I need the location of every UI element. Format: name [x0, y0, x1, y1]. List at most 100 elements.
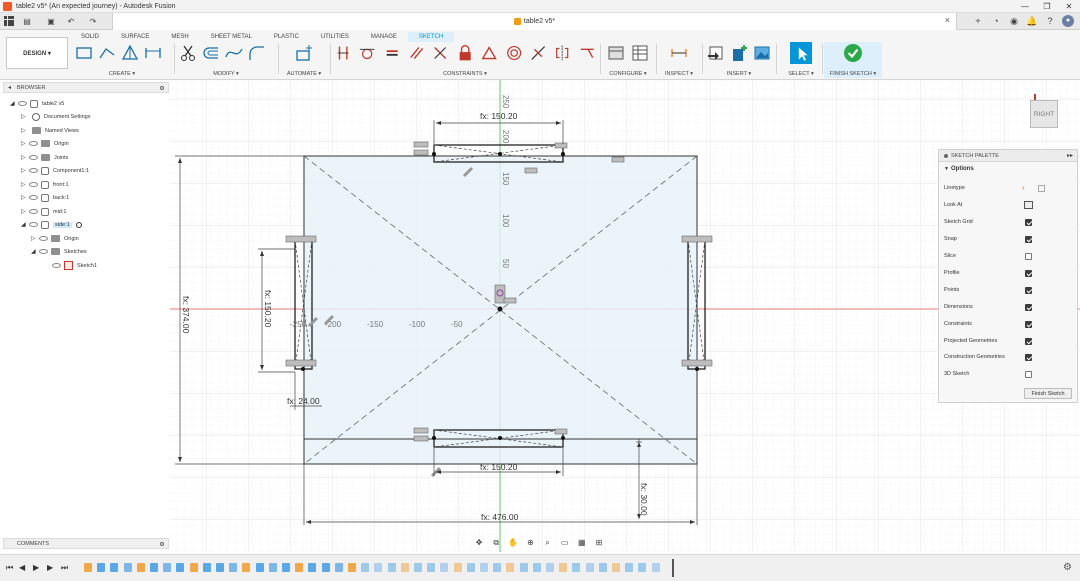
constraints-checkbox[interactable] — [1025, 321, 1032, 328]
viewcube[interactable]: RIGHT — [1030, 100, 1058, 128]
timeline-feature-icon[interactable] — [110, 563, 119, 572]
app-grid-icon[interactable] — [4, 16, 14, 26]
timeline-feature-icon[interactable] — [585, 563, 594, 572]
timeline-feature-icon[interactable] — [97, 563, 106, 572]
timeline-feature-icon[interactable] — [519, 563, 528, 572]
configure-table-icon[interactable] — [630, 43, 650, 63]
redo-icon[interactable]: ↷ — [86, 15, 100, 28]
tab-manage[interactable]: MANAGE — [360, 32, 408, 42]
timeline-feature-icon[interactable] — [216, 563, 224, 572]
look-icon[interactable]: ⧉ — [490, 537, 502, 548]
browser-header[interactable]: ◂ BROWSER — [3, 82, 169, 93]
maximize-button[interactable]: ❐ — [1036, 0, 1058, 13]
timeline-feature-icon[interactable] — [559, 563, 568, 572]
timeline-feature-icon[interactable] — [374, 563, 383, 572]
symmetry-icon[interactable] — [553, 43, 571, 63]
extensions-icon[interactable]: ◔ — [990, 15, 1002, 27]
eye-icon[interactable] — [29, 209, 38, 214]
points-checkbox[interactable] — [1025, 287, 1032, 294]
fit-icon[interactable]: ⌕ — [542, 537, 554, 548]
options-section[interactable]: ▼ Options — [939, 162, 1077, 177]
eye-icon[interactable] — [18, 101, 27, 106]
timeline-feature-icon[interactable] — [84, 563, 92, 572]
go-to-start-icon[interactable]: ⏮ — [6, 563, 13, 573]
timeline-feature-icon[interactable] — [282, 563, 290, 572]
sketch-grid-checkbox[interactable] — [1025, 219, 1032, 226]
timeline-feature-icon[interactable] — [387, 563, 396, 572]
tree-item-front[interactable]: ▷ front:1 — [21, 178, 69, 191]
new-tab-icon[interactable]: + — [972, 15, 984, 27]
create-menu[interactable]: CREATE ▾ — [74, 71, 170, 77]
orbit-icon[interactable]: ✥ — [473, 537, 485, 548]
tree-item-mid[interactable]: ▷ mid:1 — [21, 205, 66, 218]
timeline-feature-icon[interactable] — [189, 563, 198, 572]
insert-derive-icon[interactable] — [706, 43, 726, 63]
tree-item-joints[interactable]: ▷ Joints — [21, 151, 68, 164]
timeline-feature-icon[interactable] — [295, 563, 304, 572]
dimension-offset-right[interactable]: fx: 30.00 — [639, 483, 649, 516]
spline-icon[interactable] — [224, 43, 244, 63]
timeline-feature-icon[interactable] — [440, 563, 449, 572]
timeline-feature-icon[interactable] — [150, 563, 158, 572]
workspace-switcher[interactable]: DESIGN ▾ — [6, 37, 68, 69]
coincident-icon[interactable] — [334, 43, 352, 63]
timeline-feature-icon[interactable] — [506, 563, 515, 572]
tree-item-side[interactable]: ◢ side:1 — [21, 218, 82, 231]
constraints-menu[interactable]: CONSTRAINTS ▾ — [334, 71, 596, 77]
zoom-icon[interactable]: ⊕ — [524, 537, 536, 548]
equal-icon[interactable] — [383, 43, 401, 63]
timeline-feature-icon[interactable] — [466, 563, 475, 572]
sketch-palette-header[interactable]: SKETCH PALETTE ▸▸ — [939, 150, 1077, 162]
timeline-feature-icon[interactable] — [625, 563, 634, 572]
timeline-feature-icon[interactable] — [361, 563, 370, 572]
insert-plus-icon[interactable] — [729, 43, 749, 63]
eye-icon[interactable] — [29, 141, 38, 146]
timeline-feature-icon[interactable] — [136, 563, 145, 572]
timeline-marker[interactable] — [672, 559, 674, 577]
triangle-icon[interactable] — [120, 43, 140, 63]
activate-component-icon[interactable] — [75, 221, 82, 228]
eye-icon[interactable] — [29, 222, 38, 227]
3d-sketch-checkbox[interactable] — [1025, 371, 1032, 378]
timeline-feature-icon[interactable] — [176, 563, 185, 572]
look-at-icon[interactable] — [1024, 201, 1033, 209]
help-icon[interactable]: ? — [1044, 15, 1056, 27]
timeline-feature-icon[interactable] — [598, 563, 607, 572]
tab-sheet-metal[interactable]: SHEET METAL — [200, 32, 263, 42]
eye-icon[interactable] — [29, 155, 38, 160]
dimensions-checkbox[interactable] — [1025, 304, 1032, 311]
collapse-arrow-icon[interactable]: ◂ — [8, 83, 11, 93]
job-status-icon[interactable]: ◉ — [1008, 15, 1020, 27]
timeline-feature-icon[interactable] — [638, 563, 647, 572]
file-menu-icon[interactable]: ▤ — [20, 15, 34, 28]
rectangle-icon[interactable] — [74, 43, 94, 63]
tab-surface[interactable]: SURFACE — [110, 32, 160, 42]
step-back-icon[interactable]: ◀ — [19, 563, 25, 572]
automate-menu[interactable]: AUTOMATE ▾ — [282, 71, 326, 77]
user-avatar[interactable]: ● — [1062, 15, 1074, 27]
dimension-icon[interactable] — [143, 43, 163, 63]
timeline-feature-icon[interactable] — [572, 563, 581, 572]
timeline-feature-icon[interactable] — [242, 563, 251, 572]
projected-geometries-checkbox[interactable] — [1025, 338, 1032, 345]
offset-icon[interactable] — [201, 43, 221, 63]
tree-item-component1[interactable]: ▷ Component1:1 — [21, 164, 89, 177]
step-forward-icon[interactable]: ▶ — [47, 563, 53, 572]
eye-icon[interactable] — [29, 168, 38, 173]
add-comment-icon[interactable] — [160, 542, 164, 546]
grid-settings-icon[interactable]: ▦ — [576, 537, 588, 548]
eye-icon[interactable] — [52, 263, 61, 268]
triangle-constraint-icon[interactable] — [480, 43, 498, 63]
undo-icon[interactable]: ↶ — [64, 15, 78, 28]
dimension-top-width[interactable]: fx: 150.20 — [480, 111, 518, 121]
finish-sketch-check-icon[interactable] — [843, 43, 863, 63]
pan-hand-icon[interactable]: ✋ — [507, 537, 519, 548]
trim-scissors-icon[interactable] — [178, 43, 198, 63]
linetype-construction-icon[interactable]: ‹ — [1022, 182, 1025, 194]
timeline-feature-icon[interactable] — [493, 563, 502, 572]
viewports-icon[interactable]: ⊞ — [593, 537, 605, 548]
fillet-icon[interactable] — [247, 43, 267, 63]
tangent-icon[interactable] — [358, 43, 376, 63]
tree-item-origin[interactable]: ▷ Origin — [21, 137, 69, 150]
finish-sketch-button[interactable]: Finish Sketch — [1024, 388, 1072, 399]
